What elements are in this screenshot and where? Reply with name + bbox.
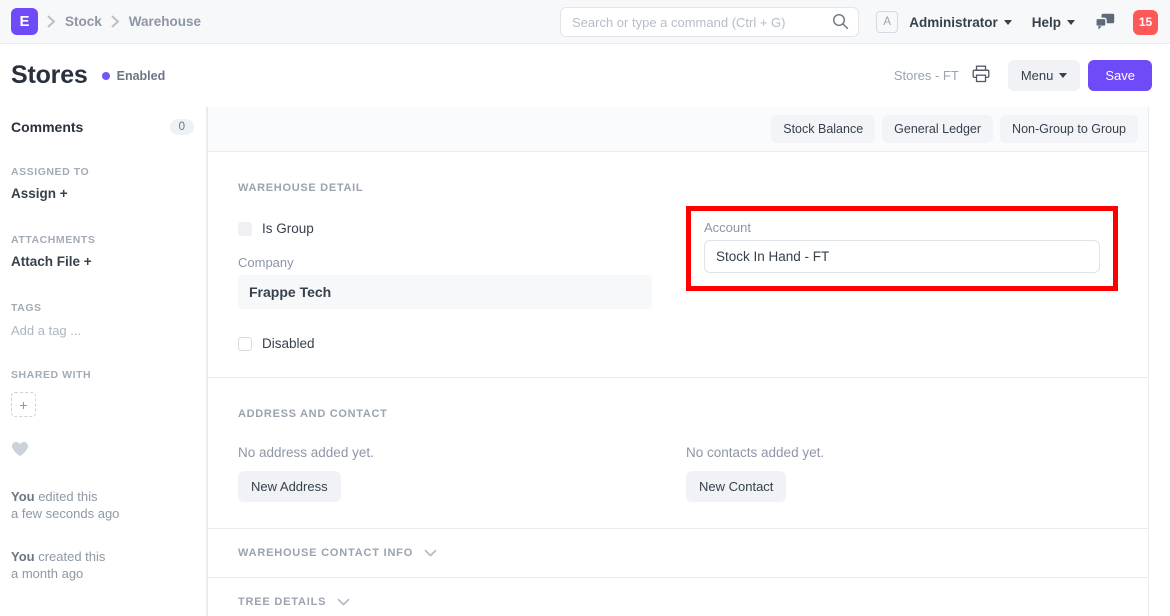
tree-details-section[interactable]: Tree Details [208, 578, 1148, 616]
activity-action: edited this [34, 489, 98, 504]
warehouse-detail-left-column: Is Group Company Frappe Tech Disabled [238, 194, 678, 351]
status-badge: Enabled [101, 68, 166, 83]
is-group-checkbox [238, 221, 252, 236]
warehouse-detail-section: Warehouse Detail Is Group Company Frappe… [208, 152, 1148, 378]
user-menu[interactable]: Administrator [909, 15, 1012, 30]
page-header: Stores Enabled Stores - FT Menu Save [0, 44, 1170, 107]
contact-column: No contacts added yet. New Contact [678, 420, 1118, 502]
main-content: Stock Balance General Ledger Non-Group t… [207, 107, 1170, 616]
status-dot-icon [101, 71, 110, 80]
chat-icon[interactable] [1095, 13, 1115, 31]
assigned-to-label: Assigned To [11, 166, 90, 178]
activity-edited: You edited this a few seconds ago [11, 488, 194, 522]
warehouse-detail-right-column: Account [678, 194, 1118, 351]
status-label: Enabled [116, 68, 166, 83]
address-contact-columns: No address added yet. New Address No con… [238, 420, 1118, 502]
account-input[interactable] [704, 240, 1100, 273]
account-label: Account [704, 220, 751, 235]
disabled-label: Disabled [262, 336, 315, 351]
help-menu-label: Help [1031, 14, 1061, 30]
document-id: Stores - FT [893, 68, 959, 83]
non-group-to-group-button[interactable]: Non-Group to Group [1000, 115, 1138, 143]
assign-button[interactable]: Assign + [11, 186, 68, 201]
breadcrumb-chevron-icon [47, 15, 56, 28]
warehouse-contact-info-section[interactable]: Warehouse Contact Info [208, 529, 1148, 578]
notification-badge[interactable]: 15 [1133, 9, 1158, 35]
warehouse-detail-columns: Is Group Company Frappe Tech Disabled Ac… [238, 194, 1118, 351]
sidebar: Comments 0 Assigned To Assign + Attachme… [0, 107, 207, 616]
address-contact-section: Address and Contact No address added yet… [208, 378, 1148, 529]
chevron-down-icon [1003, 19, 1012, 25]
add-tag-input[interactable]: Add a tag ... [11, 323, 194, 338]
account-field-highlight: Account [686, 206, 1118, 291]
activity-time: a month ago [11, 566, 84, 582]
breadcrumb-item-stock[interactable]: Stock [65, 14, 102, 29]
no-contacts-text: No contacts added yet. [686, 445, 825, 460]
form-toolbar: Stock Balance General Ledger Non-Group t… [208, 107, 1148, 152]
company-label: Company [238, 255, 294, 270]
search-input[interactable] [560, 7, 859, 37]
user-menu-label: Administrator [909, 14, 998, 30]
breadcrumb-chevron-icon [111, 15, 120, 28]
printer-icon [972, 65, 990, 86]
breadcrumb-item-warehouse[interactable]: Warehouse [129, 14, 201, 29]
comments-count: 0 [169, 119, 194, 135]
navbar-right-group: A Administrator Help 15 [876, 0, 1158, 44]
search-container [560, 7, 859, 37]
activity-action: created this [34, 549, 106, 565]
sidebar-comments-row[interactable]: Comments 0 [11, 107, 194, 135]
add-share-button[interactable]: + [11, 392, 36, 417]
new-contact-button[interactable]: New Contact [686, 471, 787, 502]
save-button[interactable]: Save [1088, 60, 1152, 91]
attachments-label: Attachments [11, 234, 96, 246]
attach-file-button[interactable]: Attach File + [11, 254, 92, 269]
body-wrapper: Comments 0 Assigned To Assign + Attachme… [0, 107, 1170, 616]
app-logo-icon[interactable]: E [11, 8, 38, 35]
comments-label: Comments [11, 119, 84, 135]
search-icon[interactable] [832, 13, 849, 30]
menu-button[interactable]: Menu [1007, 60, 1081, 91]
chevron-down-icon [1067, 19, 1075, 25]
activity-time: a few seconds ago [11, 506, 120, 522]
menu-button-label: Menu [1020, 68, 1054, 83]
page-title: Stores [11, 61, 88, 89]
activity-actor: You [11, 489, 35, 504]
disabled-checkbox-row[interactable]: Disabled [238, 336, 652, 351]
tags-label: Tags [11, 302, 42, 314]
avatar[interactable]: A [876, 11, 899, 33]
tree-details-title: Tree Details [238, 596, 327, 608]
stock-balance-button[interactable]: Stock Balance [771, 115, 876, 143]
is-group-checkbox-row[interactable]: Is Group [238, 221, 652, 236]
address-contact-title: Address and Contact [238, 408, 388, 420]
new-address-button[interactable]: New Address [238, 471, 341, 502]
disabled-checkbox[interactable] [238, 336, 252, 351]
warehouse-detail-title: Warehouse Detail [238, 182, 364, 194]
no-address-text: No address added yet. [238, 445, 374, 460]
print-button[interactable] [972, 65, 990, 86]
chevron-down-icon [1059, 73, 1068, 78]
activity-actor: You [11, 549, 35, 565]
chevron-down-icon [424, 549, 437, 558]
help-menu[interactable]: Help [1032, 15, 1075, 30]
activity-created: You created this a month ago [11, 548, 194, 582]
heart-icon[interactable] [11, 441, 29, 462]
warehouse-contact-info-title: Warehouse Contact Info [238, 547, 414, 559]
company-value[interactable]: Frappe Tech [238, 275, 652, 309]
chevron-down-icon [337, 598, 350, 607]
top-navbar: E Stock Warehouse A Administrator Help [0, 0, 1170, 44]
is-group-label: Is Group [262, 221, 314, 236]
general-ledger-button[interactable]: General Ledger [882, 115, 994, 143]
form-card: Stock Balance General Ledger Non-Group t… [207, 107, 1149, 616]
shared-with-label: Shared With [11, 369, 92, 381]
address-column: No address added yet. New Address [238, 420, 678, 502]
